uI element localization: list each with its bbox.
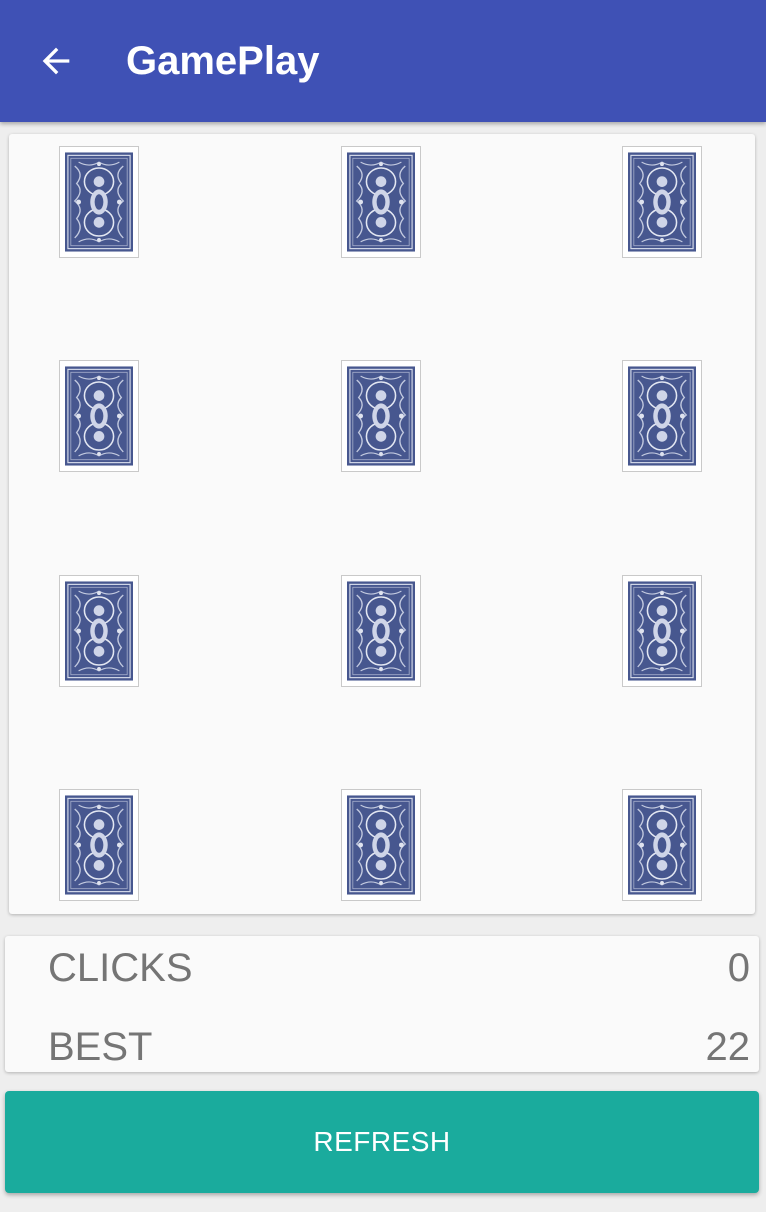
card-5[interactable] [341,360,421,472]
card-1[interactable] [59,146,139,258]
card-8[interactable] [341,575,421,687]
card-back-icon [628,795,696,895]
card-back-icon [628,366,696,466]
card-back-icon [347,795,415,895]
page-title: GamePlay [126,39,320,83]
card-back-icon [65,366,133,466]
card-10[interactable] [59,789,139,901]
card-7[interactable] [59,575,139,687]
card-6[interactable] [622,360,702,472]
refresh-button[interactable]: REFRESH [5,1091,759,1193]
card-2[interactable] [341,146,421,258]
card-board [9,134,755,914]
card-9[interactable] [622,575,702,687]
card-back-icon [65,581,133,681]
score-panel: CLICKS 0 BEST 22 [5,936,759,1072]
best-value: 22 [705,1025,751,1069]
app-bar: GamePlay [0,0,766,122]
card-back-icon [65,795,133,895]
card-3[interactable] [622,146,702,258]
back-button[interactable] [28,33,84,89]
card-back-icon [347,152,415,252]
clicks-label: CLICKS [48,946,193,990]
card-11[interactable] [341,789,421,901]
best-label: BEST [48,1025,153,1069]
arrow-back-icon [42,47,70,75]
card-back-icon [347,581,415,681]
clicks-value: 0 [727,946,750,990]
card-back-icon [628,152,696,252]
card-back-icon [347,366,415,466]
card-12[interactable] [622,789,702,901]
card-4[interactable] [59,360,139,472]
card-back-icon [65,152,133,252]
card-back-icon [628,581,696,681]
